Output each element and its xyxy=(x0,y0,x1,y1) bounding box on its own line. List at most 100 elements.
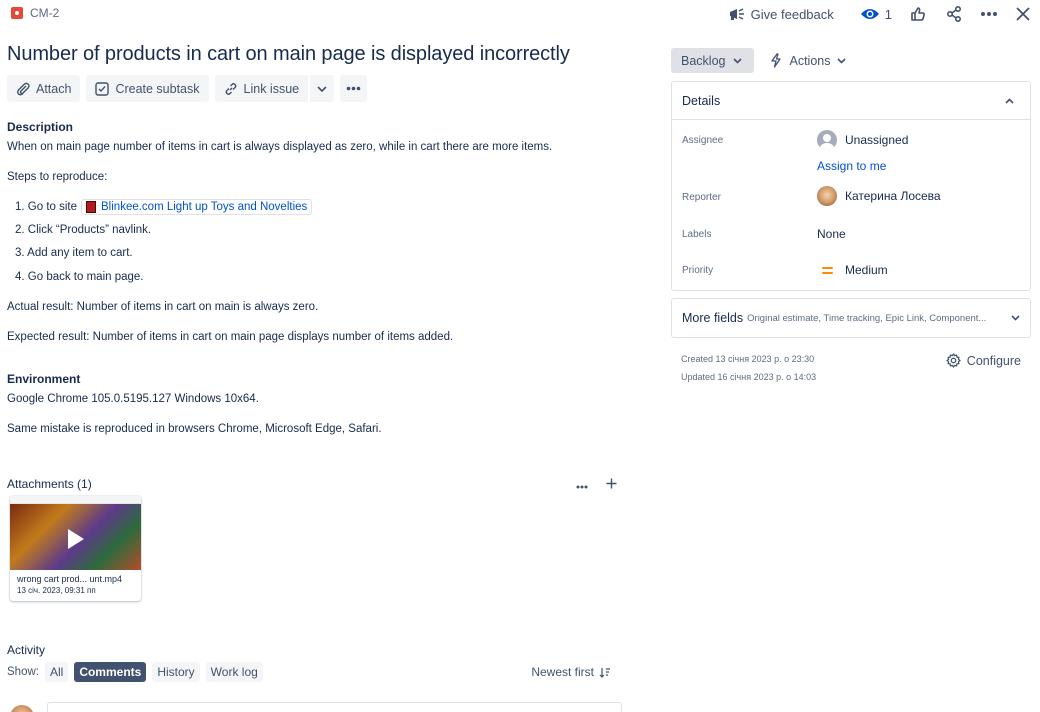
link-issue-button[interactable]: Link issue xyxy=(214,75,309,102)
blinkee-link-label: Blinkee.com Light up Toys and Novelties xyxy=(101,201,308,213)
link-icon xyxy=(225,82,236,95)
reporter-avatar xyxy=(817,186,837,206)
chevron-down-icon xyxy=(837,57,847,64)
filter-work-log[interactable]: Work log xyxy=(205,662,263,682)
more-icon xyxy=(576,485,588,489)
environment-line-1: Google Chrome 105.0.5195.127 Windows 10x… xyxy=(7,393,259,405)
attachment-file-name: wrong cart prod... unt.mp4 xyxy=(17,574,123,584)
unassigned-avatar-icon xyxy=(817,130,837,150)
bug-icon xyxy=(11,7,23,19)
assignee-field[interactable]: Unassigned xyxy=(817,130,908,150)
labels-value[interactable]: None xyxy=(817,227,846,241)
watch-count: 1 xyxy=(884,6,892,22)
actual-result: Actual result: Number of items in cart o… xyxy=(7,301,319,313)
chevron-up-icon xyxy=(1005,97,1014,104)
create-subtask-button[interactable]: Create subtask xyxy=(86,75,209,102)
updated-date: Updated 16 січня 2023 р. о 14:03 xyxy=(681,372,817,382)
attachment-browser-strip xyxy=(10,496,141,504)
current-user-avatar xyxy=(10,705,34,712)
environment-heading: Environment xyxy=(7,372,81,386)
add-attachment-button[interactable] xyxy=(606,476,617,492)
top-bar: CM-2 Give feedback 1 xyxy=(0,0,1040,28)
attachments-more-button[interactable] xyxy=(576,476,588,492)
assign-to-me-link[interactable]: Assign to me xyxy=(817,159,886,173)
priority-label: Priority xyxy=(682,265,714,276)
attachment-card[interactable]: wrong cart prod... unt.mp4 13 січ. 2023,… xyxy=(10,496,141,601)
site-favicon-icon xyxy=(86,201,97,213)
chevron-down-icon xyxy=(733,57,743,64)
steps-heading: Steps to reproduce: xyxy=(7,171,108,183)
environment-line-2: Same mistake is reproduced in browsers C… xyxy=(7,423,382,435)
configure-label: Configure xyxy=(966,353,1021,368)
toolbar-more-button[interactable] xyxy=(340,75,368,102)
vote-button[interactable] xyxy=(910,6,926,22)
more-icon xyxy=(346,86,361,91)
attachments-heading: Attachments (1) xyxy=(7,477,92,491)
status-label: Backlog xyxy=(681,53,726,68)
close-icon xyxy=(1016,7,1030,21)
step-1-text: 1. Go to site xyxy=(15,201,78,213)
created-date: Created 13 січня 2023 р. о 23:30 xyxy=(681,354,815,364)
link-issue-dropdown[interactable] xyxy=(310,75,335,102)
priority-value: Medium xyxy=(845,263,888,277)
subtask-icon xyxy=(95,81,110,96)
reporter-label: Reporter xyxy=(682,192,721,203)
add-comment-input[interactable] xyxy=(47,702,622,712)
more-actions-button[interactable] xyxy=(980,11,998,17)
share-icon xyxy=(946,6,961,22)
link-issue-label: Link issue xyxy=(243,81,300,96)
actions-label: Actions xyxy=(789,53,831,68)
more-icon xyxy=(981,12,997,16)
sort-icon xyxy=(599,667,610,678)
step-1: 1. Go to site Blinkee.com Light up Toys … xyxy=(15,199,313,215)
lightning-icon xyxy=(771,53,782,68)
expected-result: Expected result: Number of items in cart… xyxy=(7,331,454,343)
filter-comments[interactable]: Comments xyxy=(74,662,147,682)
attach-button[interactable]: Attach xyxy=(7,75,81,102)
top-actions: Give feedback 1 xyxy=(712,2,1030,26)
more-fields-summary: Original estimate, Time tracking, Epic L… xyxy=(747,312,987,324)
attachment-file-date: 13 січ. 2023, 09:31 пп xyxy=(17,586,96,595)
actions-dropdown[interactable]: Actions xyxy=(770,53,847,68)
priority-medium-icon xyxy=(817,266,837,274)
watch-button[interactable]: 1 xyxy=(860,7,892,22)
attachments-actions xyxy=(576,476,617,492)
step-3: 3. Add any item to cart. xyxy=(15,247,133,259)
give-feedback-label: Give feedback xyxy=(750,6,834,22)
sort-order-button[interactable]: Newest first xyxy=(531,665,611,679)
more-fields-panel[interactable]: More fields Original estimate, Time trac… xyxy=(671,298,1031,338)
blinkee-link[interactable]: Blinkee.com Light up Toys and Novelties xyxy=(81,199,313,215)
step-2: 2. Click “Products” navlink. xyxy=(15,224,152,236)
issue-key: CM-2 xyxy=(30,6,60,20)
link-issue-group: Link issue xyxy=(214,75,335,102)
gear-icon xyxy=(946,353,961,368)
give-feedback-button[interactable]: Give feedback xyxy=(728,6,834,22)
reporter-value: Катерина Лосева xyxy=(845,189,941,203)
sort-order-label: Newest first xyxy=(531,665,594,679)
activity-filters: Show: All Comments History Work log xyxy=(7,662,263,682)
plus-icon xyxy=(606,478,617,489)
issue-toolbar: Attach Create subtask Link issue xyxy=(7,75,368,102)
details-header[interactable]: Details xyxy=(672,82,1030,120)
issue-key-link[interactable]: CM-2 xyxy=(11,6,59,20)
assignee-label: Assignee xyxy=(682,135,724,146)
priority-field[interactable]: Medium xyxy=(817,263,888,277)
step-4: 4. Go back to main page. xyxy=(15,271,144,283)
thumbs-up-icon xyxy=(911,7,925,21)
details-panel: Details Assignee Unassigned Assign to me… xyxy=(671,81,1031,291)
status-dropdown[interactable]: Backlog xyxy=(671,48,755,73)
issue-title[interactable]: Number of products in cart on main page … xyxy=(7,43,570,66)
play-icon xyxy=(68,529,84,549)
reporter-field[interactable]: Катерина Лосева xyxy=(817,186,941,206)
attachment-video-thumbnail xyxy=(10,504,141,570)
configure-button[interactable]: Configure xyxy=(946,353,1021,368)
paperclip-icon xyxy=(17,82,30,95)
status-row: Backlog Actions xyxy=(671,48,847,73)
close-button[interactable] xyxy=(1016,7,1030,21)
share-button[interactable] xyxy=(946,6,962,22)
description-intro: When on main page number of items in car… xyxy=(7,141,553,153)
chevron-down-icon xyxy=(317,85,327,92)
assignee-value: Unassigned xyxy=(845,133,909,147)
filter-history[interactable]: History xyxy=(152,662,200,682)
filter-all[interactable]: All xyxy=(44,662,69,682)
